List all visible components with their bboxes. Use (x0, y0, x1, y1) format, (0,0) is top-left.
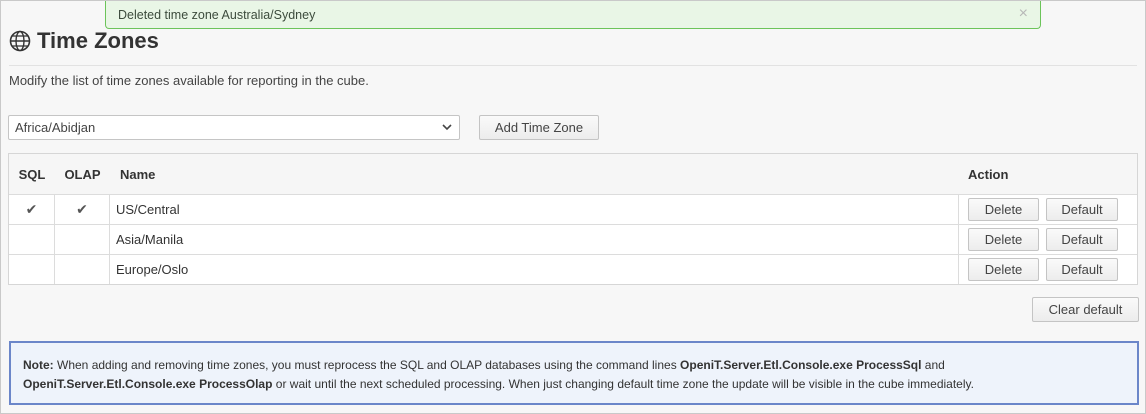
page-title: Time Zones (37, 28, 159, 53)
delete-button[interactable]: Delete (968, 258, 1039, 281)
note-command-olap: OpeniT.Server.Etl.Console.exe ProcessOla… (23, 377, 273, 391)
table-header-row: SQL OLAP Name Action (9, 154, 1137, 194)
row-actions: Delete Default (959, 225, 1137, 254)
success-alert: Deleted time zone Australia/Sydney × (105, 1, 1041, 29)
column-header-name: Name (120, 166, 156, 182)
add-time-zone-button[interactable]: Add Time Zone (479, 115, 599, 140)
column-header-action: Action (968, 166, 1009, 182)
clear-default-button[interactable]: Clear default (1032, 297, 1139, 322)
time-zone-select-value: Africa/Abidjan (15, 120, 96, 135)
time-zone-select[interactable]: Africa/Abidjan (8, 115, 460, 140)
column-header-sql: SQL (18, 166, 46, 182)
note-text-3: or wait until the next scheduled process… (272, 377, 974, 391)
column-header-olap: OLAP (64, 166, 101, 182)
table-row: ✔ ✔ US/Central Delete Default (9, 194, 1137, 224)
default-button[interactable]: Default (1046, 228, 1118, 251)
note-label: Note: (23, 358, 54, 372)
time-zones-table: SQL OLAP Name Action ✔ ✔ US/Central Dele… (8, 153, 1138, 285)
sql-status: ✔ (25, 201, 38, 217)
time-zone-name: US/Central (110, 195, 959, 224)
alert-message: Deleted time zone Australia/Sydney (118, 8, 316, 22)
divider (9, 65, 1137, 66)
page-header: Time Zones (9, 28, 159, 54)
olap-cell (55, 255, 110, 284)
globe-icon (9, 30, 31, 52)
row-actions: Delete Default (959, 255, 1137, 284)
delete-button[interactable]: Delete (968, 228, 1039, 251)
delete-button[interactable]: Delete (968, 198, 1039, 221)
table-row: Europe/Oslo Delete Default (9, 254, 1137, 284)
info-note: Note: When adding and removing time zone… (9, 341, 1139, 405)
chevron-down-icon (442, 119, 452, 138)
olap-check-icon: ✔ (55, 195, 110, 224)
close-icon[interactable]: × (1019, 5, 1028, 23)
note-text-2: and (921, 358, 945, 372)
sql-cell (9, 255, 55, 284)
time-zone-name: Europe/Oslo (110, 255, 959, 284)
olap-status: ✔ (76, 201, 88, 217)
table-row: Asia/Manila Delete Default (9, 224, 1137, 254)
default-button[interactable]: Default (1046, 198, 1118, 221)
olap-cell (55, 225, 110, 254)
time-zone-name: Asia/Manila (110, 225, 959, 254)
default-button[interactable]: Default (1046, 258, 1118, 281)
page-description: Modify the list of time zones available … (9, 73, 369, 88)
row-actions: Delete Default (959, 195, 1137, 224)
note-command-sql: OpeniT.Server.Etl.Console.exe ProcessSql (680, 358, 922, 372)
sql-cell (9, 225, 55, 254)
note-text-1: When adding and removing time zones, you… (53, 358, 681, 372)
sql-check-icon: ✔ (9, 195, 55, 224)
